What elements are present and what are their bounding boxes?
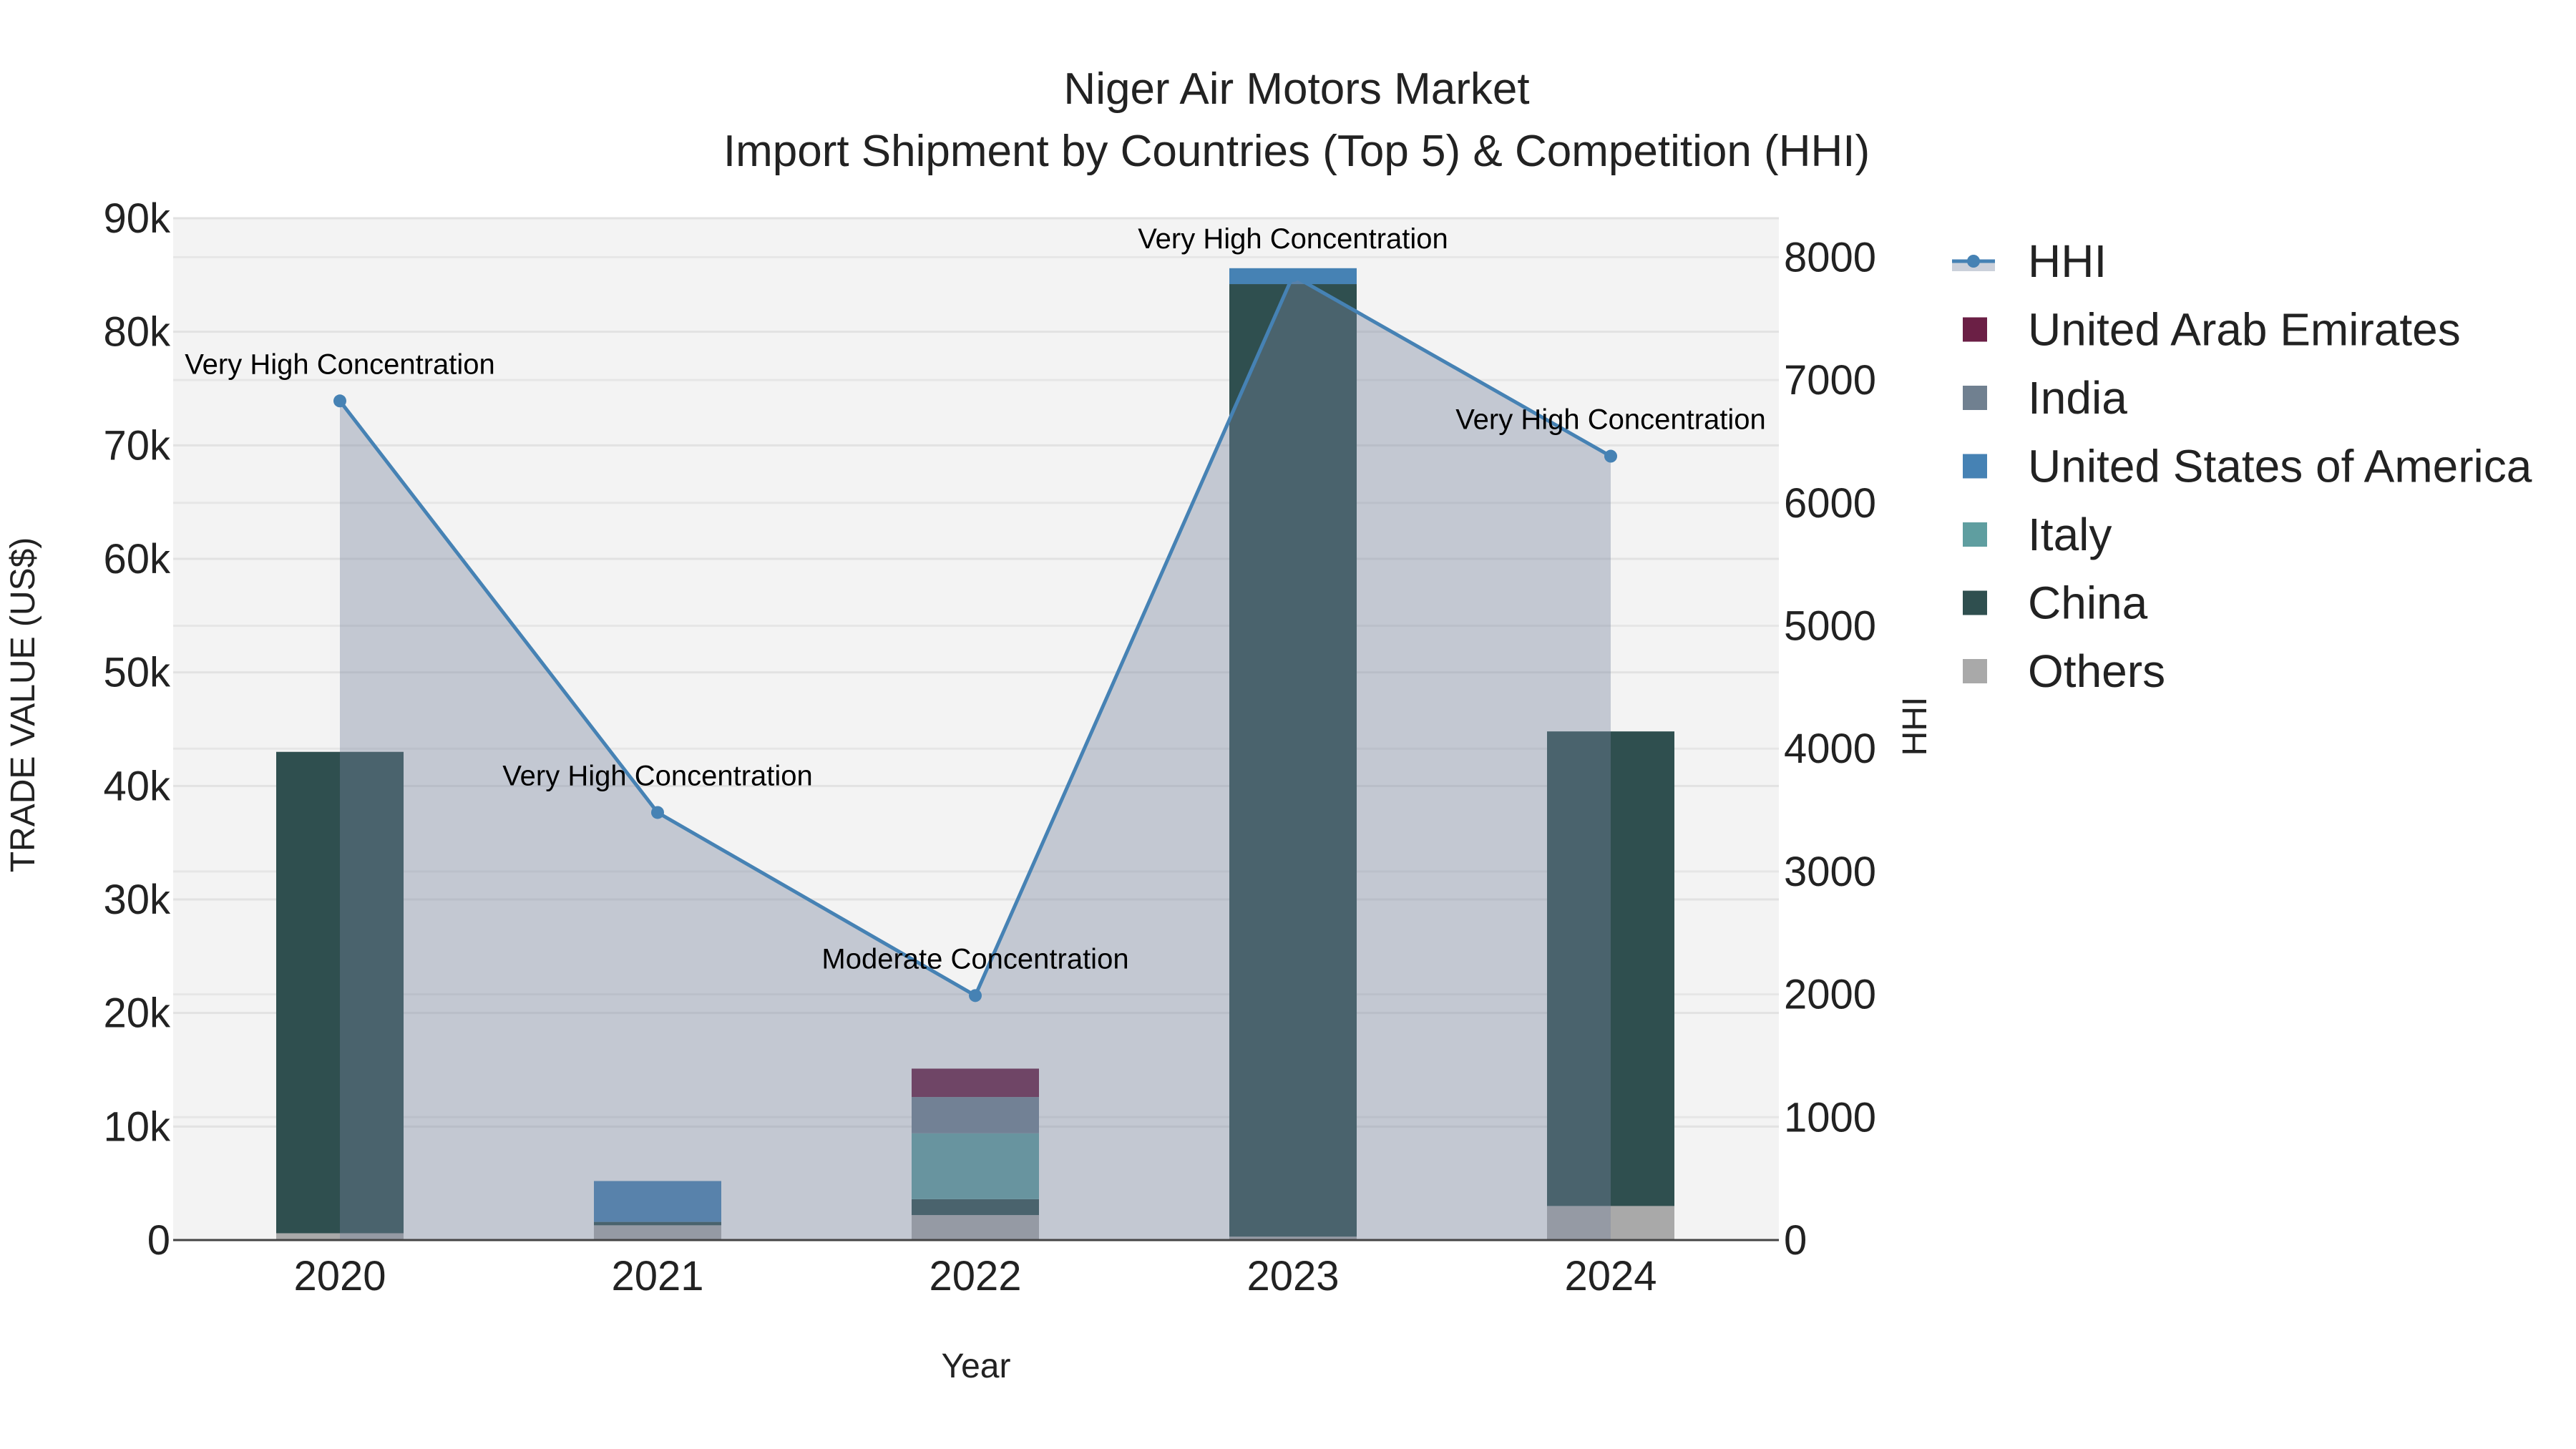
hhi-annotation-2022: Moderate Concentration (821, 943, 1128, 975)
hhi-point-2020 (333, 394, 346, 408)
y-axis-label: TRADE VALUE (US$) (4, 537, 42, 873)
legend-swatch-india (1963, 386, 1987, 410)
y-tick-label: 70k (103, 422, 171, 469)
y-tick-label: 30k (103, 877, 171, 923)
legend-label: United Arab Emirates (2028, 304, 2461, 356)
y-tick-label: 20k (103, 990, 171, 1037)
x-tick-label: 2022 (929, 1253, 1021, 1299)
legend-label: United States of America (2028, 441, 2532, 492)
x-tick-label: 2023 (1246, 1253, 1339, 1299)
hhi-annotation-2021: Very High Concentration (502, 760, 813, 791)
legend-hhi-marker (1967, 255, 1980, 268)
y2-tick-label: 3000 (1784, 849, 1876, 895)
hhi-annotation-2020: Very High Concentration (185, 348, 495, 380)
y-tick-label: 40k (103, 763, 171, 809)
hhi-annotation-2023: Very High Concentration (1138, 223, 1448, 255)
y-tick-label: 0 (147, 1217, 170, 1264)
legend-swatch-italy (1963, 522, 1987, 547)
y2-axis-label: HHI (1896, 697, 1934, 756)
legend-label: India (2028, 372, 2127, 424)
y2-tick-label: 4000 (1784, 726, 1876, 772)
hhi-point-2023 (1287, 269, 1299, 283)
y2-tick-label: 8000 (1784, 234, 1876, 280)
y2-tick-label: 0 (1784, 1217, 1807, 1264)
y2-tick-label: 6000 (1784, 480, 1876, 527)
hhi-point-2021 (651, 806, 664, 819)
x-tick-label: 2020 (293, 1253, 386, 1299)
legend-label: China (2028, 577, 2148, 629)
legend-swatch-china (1963, 590, 1987, 615)
hhi-point-2024 (1604, 449, 1617, 463)
legend-swatch-others (1963, 659, 1987, 683)
legend: HHI United Arab Emirates India United State… (1952, 235, 2532, 697)
y-tick-label: 60k (103, 536, 171, 582)
hhi-point-2022 (969, 989, 982, 1002)
y-tick-label: 10k (103, 1103, 171, 1150)
y2-tick-label: 5000 (1784, 603, 1876, 650)
legend-swatch-united-states-of-america (1963, 454, 1987, 479)
hhi-trade-chart: Very High Concentration Very High Concent… (4, 64, 2532, 1385)
y2-tick-label: 7000 (1784, 357, 1876, 404)
legend-label: HHI (2028, 235, 2107, 287)
legend-swatch-united-arab-emirates (1963, 317, 1987, 342)
x-axis-label: Year (942, 1347, 1011, 1385)
y2-tick-label: 2000 (1784, 972, 1876, 1018)
hhi-annotation-2024: Very High Concentration (1455, 404, 1766, 436)
x-tick-label: 2024 (1564, 1253, 1657, 1299)
y-tick-label: 90k (103, 195, 171, 242)
legend-label: Others (2028, 645, 2165, 697)
chart-title: Niger Air Motors Market (1063, 64, 1529, 114)
y2-tick-label: 1000 (1784, 1094, 1876, 1141)
y-tick-label: 80k (103, 309, 171, 356)
y-tick-label: 50k (103, 650, 171, 696)
chart-subtitle: Import Shipment by Countries (Top 5) & C… (723, 127, 1870, 176)
x-tick-label: 2021 (611, 1253, 703, 1299)
legend-label: Italy (2028, 509, 2112, 560)
